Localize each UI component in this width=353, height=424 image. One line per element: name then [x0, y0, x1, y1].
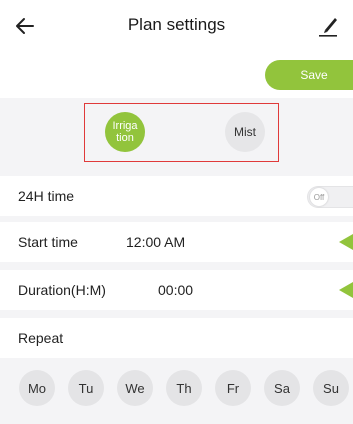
page-title: Plan settings	[127, 15, 226, 34]
save-button[interactable]: Save	[265, 60, 353, 90]
toggle-24h-time[interactable]: Off	[307, 186, 353, 208]
day-saturday[interactable]: Sa	[264, 370, 300, 406]
save-row: Save	[0, 56, 353, 98]
day-wednesday[interactable]: We	[117, 370, 153, 406]
day-selector: Mo Tu We Th Fr Sa Su	[0, 362, 353, 424]
mode-mist-label: Mist	[234, 125, 256, 139]
caret-left-icon[interactable]	[339, 282, 353, 298]
mode-section: Irriga tion Mist	[0, 98, 353, 172]
label-duration: Duration(H:M)	[18, 282, 106, 298]
day-thursday[interactable]: Th	[166, 370, 202, 406]
mode-irrigation-button[interactable]: Irriga tion	[105, 112, 145, 152]
mode-irrigation-label: Irriga tion	[112, 120, 138, 144]
label-start-time: Start time	[18, 234, 78, 250]
value-start-time[interactable]: 12:00 AM	[126, 234, 185, 250]
header-bar: Plan settings	[0, 0, 353, 56]
day-monday[interactable]: Mo	[19, 370, 55, 406]
label-repeat: Repeat	[18, 330, 64, 346]
value-duration[interactable]: 00:00	[158, 282, 193, 298]
row-24h-time: 24H time Off	[0, 176, 353, 216]
day-sunday[interactable]: Su	[313, 370, 349, 406]
caret-left-icon[interactable]	[339, 234, 353, 250]
pencil-icon[interactable]	[317, 14, 339, 38]
mode-mist-button[interactable]: Mist	[225, 112, 265, 152]
toggle-knob: Off	[310, 188, 328, 206]
row-duration[interactable]: Duration(H:M) 00:00	[0, 270, 353, 310]
mode-selector-highlight: Irriga tion Mist	[84, 103, 279, 162]
day-tuesday[interactable]: Tu	[68, 370, 104, 406]
day-friday[interactable]: Fr	[215, 370, 251, 406]
row-repeat: Repeat	[0, 318, 353, 358]
row-start-time[interactable]: Start time 12:00 AM	[0, 222, 353, 262]
label-24h-time: 24H time	[18, 188, 75, 204]
